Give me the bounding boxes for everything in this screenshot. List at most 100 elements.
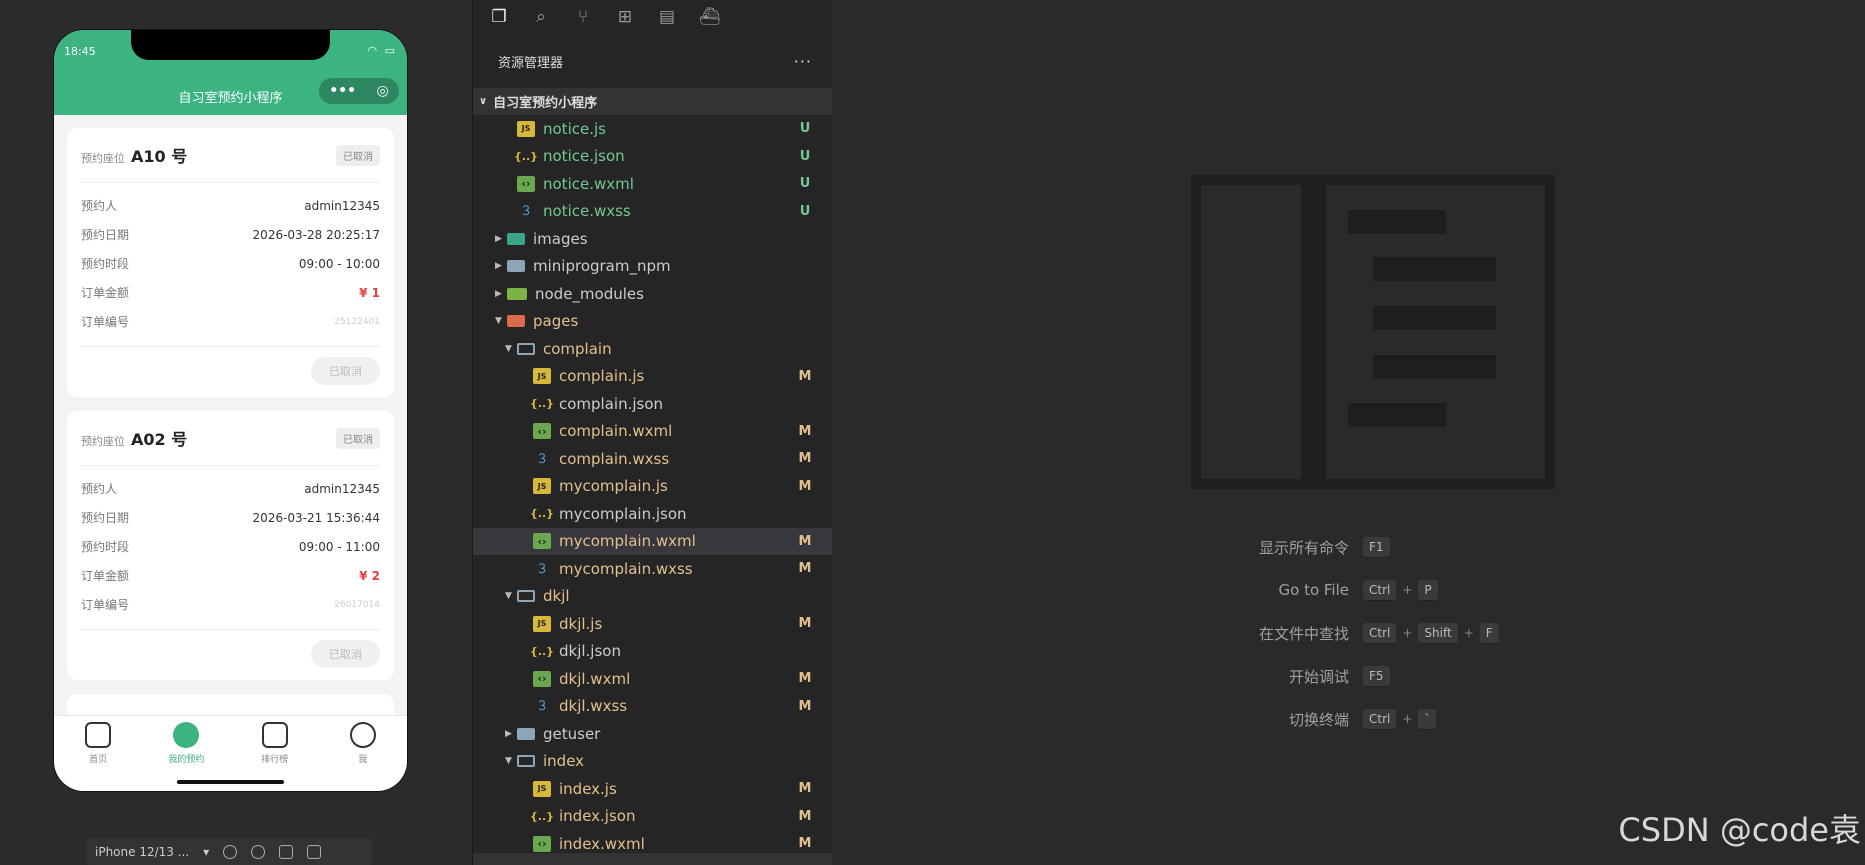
shortcut-row: 开始调试 F5 [832, 664, 1865, 688]
shortcut-row: Go to File Ctrl + P [832, 578, 1865, 602]
git-status: U [799, 203, 811, 219]
tree-item[interactable]: 𝟹 dkjl.wxss M [473, 693, 832, 721]
info-row: 预约人 admin12345 [81, 481, 380, 497]
seat-number: A10 号 [131, 147, 188, 166]
tree-item[interactable]: ▶ getuser [473, 720, 832, 748]
git-status-dot [798, 314, 812, 329]
tab-me[interactable]: 我 [328, 722, 398, 791]
tree-item[interactable]: ▼ pages [473, 308, 832, 336]
more-dots-icon[interactable]: ••• [329, 83, 356, 99]
activity-bar: ❐ ⌕ ⑂ ⊞ ▤ ⛴ [473, 0, 832, 34]
node-modules-folder-icon [507, 287, 527, 300]
source-control-icon[interactable]: ⑂ [573, 7, 593, 27]
git-status: M [798, 368, 812, 384]
tree-item[interactable]: {..} index.json M [473, 803, 832, 831]
pages-folder-icon [507, 315, 525, 328]
tree-item-label: dkjl.js [559, 614, 603, 633]
tree-item-label: complain [543, 339, 612, 358]
cancel-button[interactable]: 已取消 [311, 640, 380, 668]
close-target-icon[interactable]: ◎ [377, 83, 389, 99]
tree-item[interactable]: JS mycomplain.js M [473, 473, 832, 501]
tree-item[interactable]: JS dkjl.js M [473, 610, 832, 638]
info-row: 预约日期 2026-03-28 20:25:17 [81, 227, 380, 243]
files-icon[interactable]: ❐ [489, 7, 509, 27]
tree-item-label: index [543, 752, 585, 771]
reservation-card: 预约座位 A10 号 已取消 预约人 admin12345 预约日期 2026-03-… [67, 128, 394, 397]
more-actions-icon[interactable]: ··· [794, 52, 812, 71]
extensions-icon[interactable]: ⊞ [615, 7, 635, 27]
tree-item[interactable]: JS notice.js U [473, 115, 832, 143]
shortcut-row: 切换终端 Ctrl + ` [832, 707, 1865, 731]
tree-item[interactable]: JS index.js M [473, 775, 832, 803]
device-select[interactable]: iPhone 12/13 ... [95, 845, 189, 859]
tree-item-label: dkjl.wxml [559, 669, 631, 688]
smiley-icon [349, 722, 376, 748]
tree-item[interactable]: ‹› complain.wxml M [473, 418, 832, 446]
tab-home[interactable]: 首页 [63, 722, 133, 791]
phone-icon[interactable] [279, 844, 294, 859]
git-status: M [798, 533, 812, 549]
phone-notch [131, 30, 330, 60]
dropdown-caret-icon[interactable]: ▾ [203, 845, 209, 859]
wxss-file-icon: 𝟹 [537, 698, 547, 715]
cancel-button[interactable]: 已取消 [311, 357, 380, 385]
json-file-icon: {..} [513, 149, 539, 163]
reservation-card: 预约座位 A02 号 已取消 预约人 admin12345 预约日期 2026-03-… [67, 411, 394, 680]
chevron-down-icon: ▼ [505, 756, 512, 767]
tree-item-label: notice.js [543, 119, 606, 138]
git-status: M [798, 698, 812, 714]
tree-item[interactable]: ▼ complain [473, 335, 832, 363]
tree-item-label: notice.wxml [543, 174, 634, 193]
tree-item[interactable]: {..} mycomplain.json [473, 500, 832, 528]
tree-item-label: mycomplain.wxss [559, 559, 693, 578]
docker-icon[interactable]: ⛴ [699, 7, 721, 27]
tree-item[interactable]: ▼ dkjl [473, 583, 832, 611]
chevron-down-icon: ∨ [479, 96, 488, 107]
tree-item[interactable]: {..} dkjl.json [473, 638, 832, 666]
javascript-file-icon: JS [533, 780, 551, 797]
tree-item[interactable]: ‹› dkjl.wxml M [473, 665, 832, 693]
chevron-down-icon: ▼ [495, 316, 502, 327]
explorer-header: 资源管理器 ··· [473, 34, 832, 88]
javascript-file-icon: JS [533, 478, 551, 495]
tree-item-label: node_modules [535, 284, 644, 303]
info-row: 预约时段 09:00 - 10:00 [81, 256, 380, 272]
project-root[interactable]: ∨ 自习室预约小程序 [473, 88, 832, 115]
chevron-down-icon: ▼ [505, 343, 512, 354]
rotate-icon[interactable] [223, 844, 238, 859]
tree-item-label: pages [533, 312, 579, 331]
record-icon[interactable] [251, 844, 266, 859]
folder-open-icon [517, 342, 535, 355]
tree-item[interactable]: ‹› mycomplain.wxml M [473, 527, 832, 555]
capsule-menu[interactable]: ••• ◎ [319, 78, 399, 104]
tree-item[interactable]: ‹› notice.wxml U [473, 170, 832, 198]
git-status-dot [798, 231, 812, 246]
git-status: M [798, 451, 812, 467]
copy-window-icon[interactable] [307, 844, 322, 859]
git-status-dot [798, 341, 812, 356]
tree-item[interactable]: ▼ index [473, 748, 832, 776]
tree-item[interactable]: {..} notice.json U [473, 143, 832, 171]
home-icon [85, 722, 112, 748]
json-file-icon: {..} [529, 507, 555, 521]
git-status: M [798, 478, 812, 494]
wxss-file-icon: 𝟹 [537, 450, 547, 467]
storage-icon[interactable]: ▤ [657, 7, 677, 27]
chevron-down-icon: ▼ [505, 591, 512, 602]
chevron-right-icon: ▶ [505, 728, 512, 739]
tree-item[interactable]: ▶ miniprogram_npm [473, 253, 832, 281]
tree-item[interactable]: ▶ images [473, 225, 832, 253]
search-icon[interactable]: ⌕ [531, 7, 551, 27]
reservation-card-partial [67, 694, 394, 715]
status-time: 18:45 [64, 45, 96, 58]
tree-item[interactable]: {..} complain.json [473, 390, 832, 418]
tree-item[interactable]: ▶ node_modules [473, 280, 832, 308]
git-status: M [798, 808, 812, 824]
tree-item-label: notice.json [543, 147, 625, 166]
tree-item[interactable]: 𝟹 mycomplain.wxss M [473, 555, 832, 583]
project-name: 自习室预约小程序 [493, 96, 598, 111]
tree-item[interactable]: 𝟹 complain.wxss M [473, 445, 832, 473]
outline-section-bar[interactable] [473, 853, 832, 865]
tree-item[interactable]: 𝟹 notice.wxss U [473, 198, 832, 226]
tree-item[interactable]: JS complain.js M [473, 363, 832, 391]
